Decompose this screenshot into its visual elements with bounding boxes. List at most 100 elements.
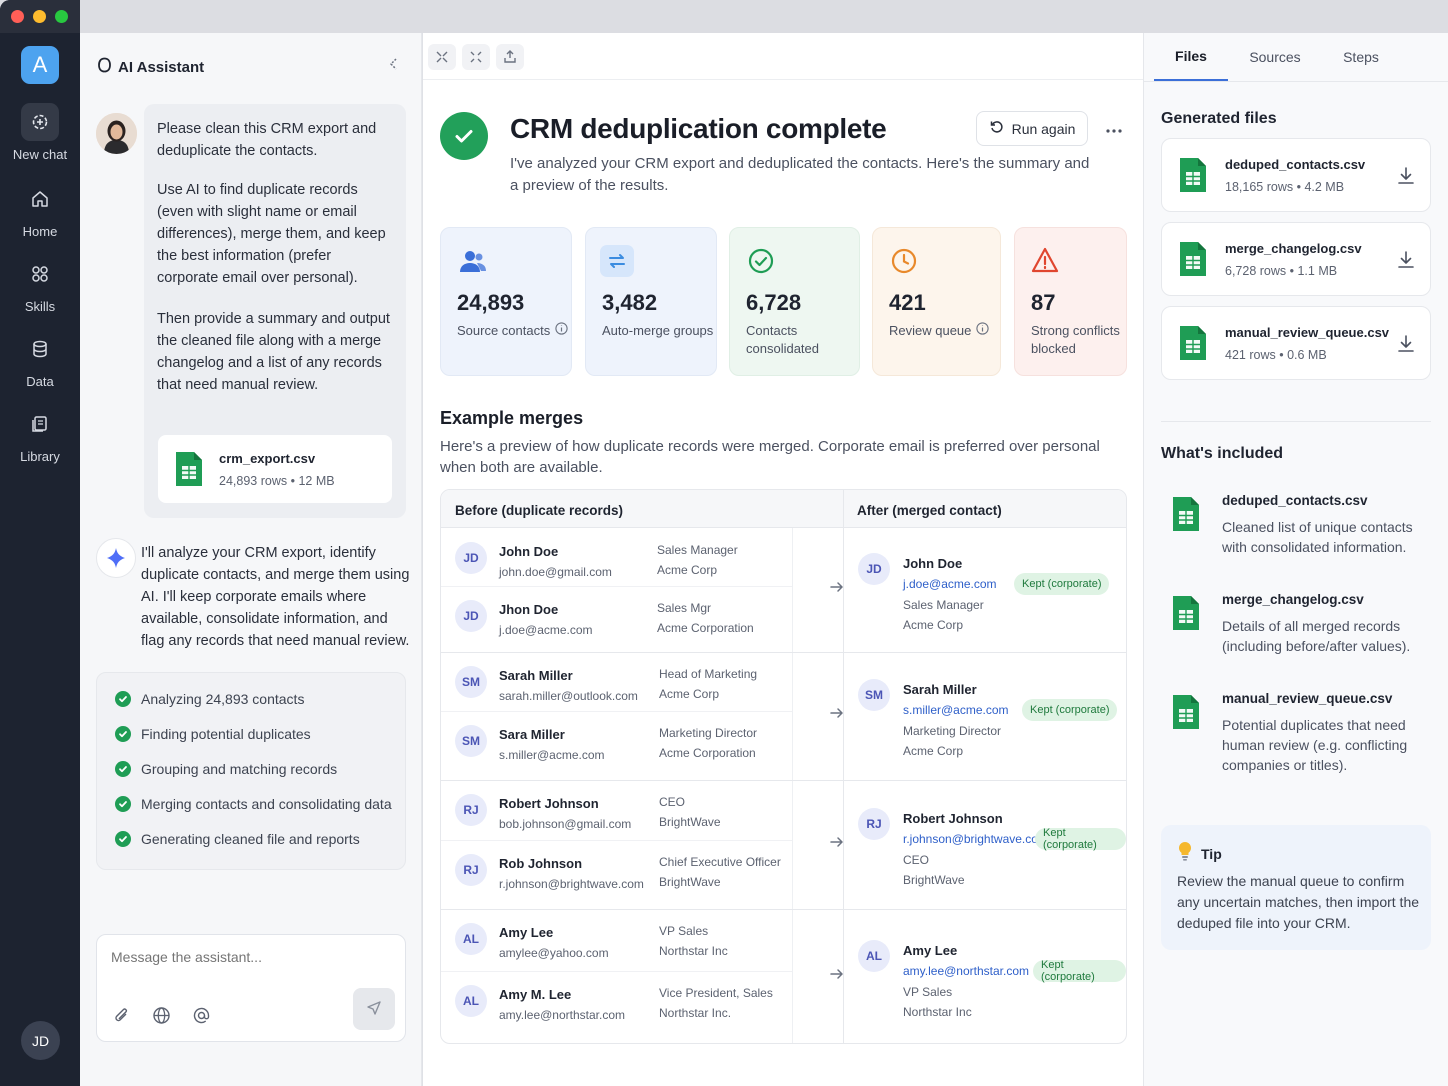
- user-message-p3: Then provide a summary and output the cl…: [157, 311, 390, 393]
- attachment-card[interactable]: crm_export.csv 24,893 rows • 12 MB: [158, 435, 392, 503]
- row-divider: [441, 840, 792, 841]
- examples-title: Example merges: [440, 408, 584, 428]
- whats-included-title: What's included: [1161, 445, 1284, 462]
- rail-item-home[interactable]: Home: [0, 180, 80, 239]
- progress-step: Generating cleaned file and reports: [115, 831, 360, 847]
- merge-arrows-icon: [600, 245, 634, 277]
- success-check-icon: [440, 112, 488, 160]
- clock-icon: [891, 248, 917, 279]
- more-options-button[interactable]: [1099, 114, 1129, 144]
- right-panel: Files Sources Steps Generated files dedu…: [1143, 33, 1448, 1086]
- row-divider: [441, 971, 792, 972]
- contact-avatar: RJ: [455, 794, 487, 826]
- before-contact-role: Sales Manager Acme Corp: [657, 543, 738, 577]
- maximize-window-button[interactable]: [55, 10, 68, 23]
- stat-value: 6,728: [746, 290, 802, 315]
- toolbar-divider: [423, 79, 1143, 80]
- progress-steps-card: Analyzing 24,893 contacts Finding potenti…: [96, 672, 406, 870]
- users-icon: [459, 248, 487, 279]
- tip-text: Review the manual queue to confirm any u…: [1177, 873, 1420, 931]
- rail-label: Home: [22, 224, 58, 239]
- stat-value: 87: [1031, 290, 1056, 315]
- download-icon[interactable]: [1397, 334, 1415, 359]
- file-meta: 6,728 rows • 1.1 MB: [1225, 264, 1338, 278]
- check-icon: [115, 831, 131, 847]
- tab-files[interactable]: Files: [1154, 33, 1228, 81]
- tab-steps[interactable]: Steps: [1328, 33, 1394, 81]
- included-file-description: Potential duplicates that need human rev…: [1222, 717, 1408, 773]
- contact-avatar: SM: [455, 666, 487, 698]
- before-contact-name: Rob Johnson: [499, 856, 583, 871]
- main-panel: CRM deduplication complete I've analyzed…: [423, 33, 1143, 1086]
- assistant-message: I'll analyze your CRM export, identify d…: [141, 545, 410, 649]
- send-button[interactable]: [353, 988, 395, 1030]
- progress-step-label: Finding potential duplicates: [141, 726, 311, 742]
- merged-contact-name: Robert Johnson: [903, 810, 1003, 826]
- rail-label: Skills: [24, 299, 56, 314]
- stat-value: 24,893: [457, 290, 525, 315]
- before-contact-name: Sarah Miller: [499, 668, 573, 683]
- rail-label: Library: [20, 449, 60, 464]
- column-header-before: Before (duplicate records): [455, 503, 624, 518]
- merge-arrow-icon: [829, 967, 845, 986]
- merged-contact-name: Sarah Miller: [903, 682, 977, 697]
- tip-card: Tip Review the manual queue to confirm a…: [1161, 825, 1431, 950]
- more-dots-icon: [1106, 120, 1122, 138]
- before-contact-role: VP Sales Northstar Inc: [659, 924, 728, 958]
- included-file-name: manual_review_queue.csv: [1222, 691, 1393, 706]
- contact-avatar: JD: [455, 542, 487, 574]
- rail-item-library[interactable]: Library: [0, 405, 80, 464]
- download-icon[interactable]: [1397, 166, 1415, 191]
- main-toolbar: [428, 44, 524, 70]
- progress-step: Finding potential duplicates: [115, 726, 311, 742]
- rail-item-data[interactable]: Data: [0, 330, 80, 389]
- run-again-button[interactable]: Run again: [976, 111, 1088, 146]
- kept-corporate-badge: Kept (corporate): [1014, 573, 1110, 595]
- info-icon[interactable]: [976, 322, 990, 340]
- tab-sources[interactable]: Sources: [1240, 33, 1310, 81]
- minimize-window-button[interactable]: [33, 10, 46, 23]
- share-icon[interactable]: [496, 44, 524, 70]
- rail-item-new-chat[interactable]: New chat: [0, 103, 80, 162]
- file-name: deduped_contacts.csv: [1225, 157, 1366, 172]
- close-window-button[interactable]: [11, 10, 24, 23]
- generated-file-card[interactable]: deduped_contacts.csv 18,165 rows • 4.2 MB: [1161, 138, 1431, 212]
- stat-label: Source contacts: [457, 322, 568, 340]
- attach-file-icon[interactable]: [113, 1007, 131, 1030]
- file-name: merge_changelog.csv: [1225, 241, 1362, 256]
- merge-arrow-icon: [829, 580, 845, 599]
- before-contact-role: Vice President, Sales Northstar Inc.: [659, 986, 773, 1020]
- row-divider: [441, 586, 792, 587]
- info-icon[interactable]: [555, 322, 568, 340]
- column-header-after: After (merged contact): [857, 503, 1002, 518]
- collapse-chat-icon[interactable]: [386, 55, 402, 78]
- expand-view-icon[interactable]: [462, 44, 490, 70]
- collapse-view-icon[interactable]: [428, 44, 456, 70]
- message-input[interactable]: [111, 949, 391, 965]
- check-icon: [115, 726, 131, 742]
- stat-card-contacts-consolidated: 6,728 Contacts consolidated: [729, 227, 860, 376]
- rail-label: Data: [26, 374, 54, 389]
- rail-item-skills[interactable]: Skills: [0, 255, 80, 314]
- check-circle-icon: [748, 248, 774, 279]
- before-contact-email: amylee@yahoo.com: [499, 946, 609, 960]
- web-globe-icon[interactable]: [152, 1006, 171, 1030]
- download-icon[interactable]: [1397, 250, 1415, 275]
- generated-file-card[interactable]: merge_changelog.csv 6,728 rows • 1.1 MB: [1161, 222, 1431, 296]
- send-icon: [366, 999, 382, 1020]
- chat-title: AI Assistant: [118, 59, 205, 76]
- mention-at-icon[interactable]: [192, 1006, 211, 1030]
- generated-file-card[interactable]: manual_review_queue.csv 421 rows • 0.6 MB: [1161, 306, 1431, 380]
- merged-contact-email: amy.lee@northstar.com: [903, 964, 1030, 978]
- before-contact-email: john.doe@gmail.com: [499, 565, 612, 579]
- arrow-column-divider: [792, 528, 793, 1043]
- group-divider: [441, 780, 1126, 781]
- section-divider: [1161, 421, 1431, 422]
- group-divider: [441, 652, 1126, 653]
- merged-contact-role: Marketing Director Acme Corp: [903, 724, 1002, 758]
- before-contact-name: Jhon Doe: [499, 602, 559, 617]
- contact-avatar: AL: [455, 985, 487, 1017]
- user-avatar[interactable]: JD: [21, 1021, 60, 1060]
- merged-contact-avatar: JD: [858, 553, 890, 585]
- app-logo: A: [21, 46, 59, 84]
